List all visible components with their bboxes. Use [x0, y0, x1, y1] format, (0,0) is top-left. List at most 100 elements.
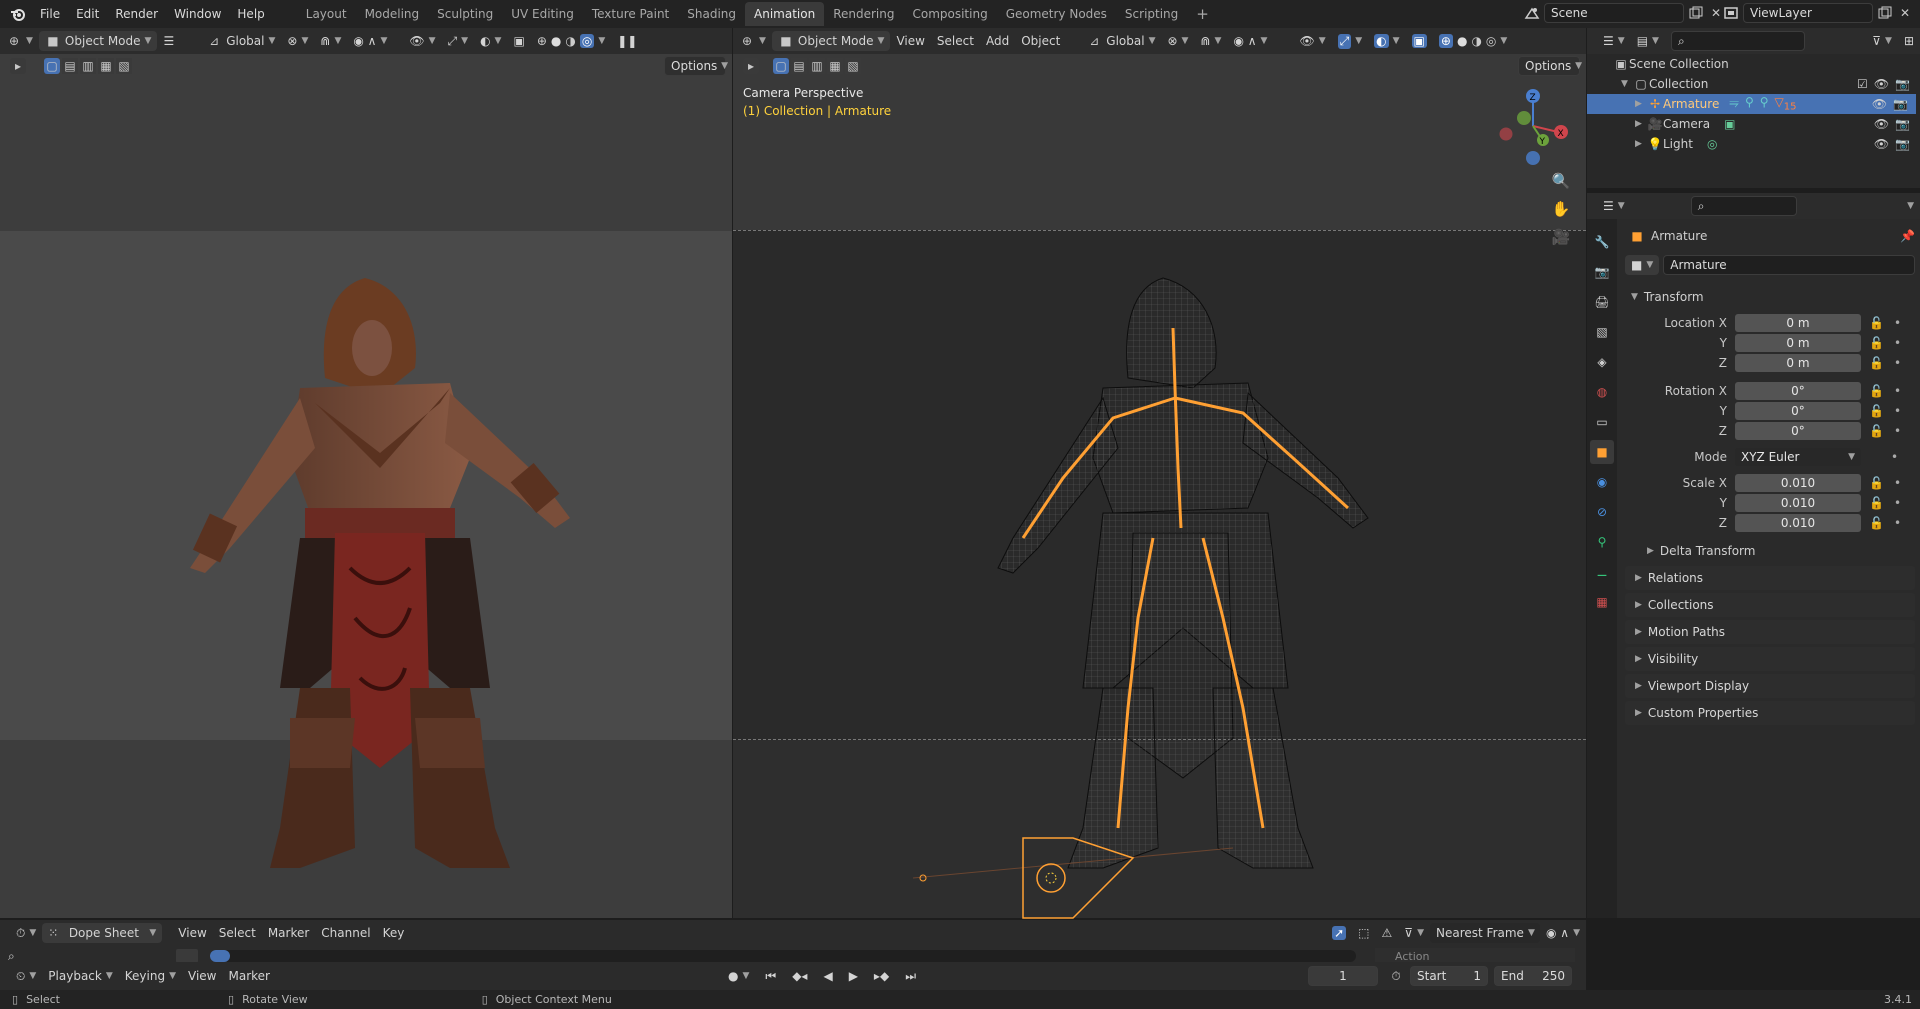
snap-icon[interactable]: ⋒ ▼ — [314, 31, 347, 51]
orientation-dropdown[interactable]: ⊿ Global ▼ — [200, 31, 281, 51]
keyframe-dot-icon[interactable]: • — [1894, 336, 1901, 350]
start-frame-field[interactable]: Start 1 — [1410, 966, 1488, 986]
use-preview-range-icon[interactable]: ⏱ — [1388, 968, 1404, 984]
select-intersect-icon[interactable]: ▧ — [845, 58, 861, 74]
camera-object[interactable] — [913, 828, 1233, 928]
menu-hamburger-icon[interactable]: ☰ — [157, 31, 180, 51]
select-new-icon[interactable]: ▢ — [773, 58, 789, 74]
scene-collection-row[interactable]: ▣ Scene Collection — [1587, 54, 1920, 74]
editor-type-button[interactable]: ⊕ ▼ — [733, 31, 772, 51]
zoom-icon[interactable]: 🔍 — [1552, 172, 1571, 190]
lock-icon[interactable]: 🔓 — [1869, 516, 1884, 530]
jump-end-icon[interactable]: ⏭ — [899, 966, 922, 986]
delta-transform-header[interactable]: ▶ Delta Transform — [1625, 539, 1915, 563]
tab-compositing[interactable]: Compositing — [903, 2, 996, 26]
select-tool-icon[interactable]: ▸ — [743, 58, 759, 74]
render-camera-icon[interactable]: 📷 — [1895, 117, 1910, 131]
filter-icon[interactable]: ⊽ ▼ — [1866, 31, 1898, 51]
properties-search-input[interactable]: ⌕ — [1690, 196, 1797, 216]
render-camera-icon[interactable]: 📷 — [1895, 77, 1910, 91]
tab-texture-paint[interactable]: Texture Paint — [583, 2, 678, 26]
menu-view[interactable]: View — [890, 31, 930, 51]
editor-type-button[interactable]: ⊕ ▼ — [0, 31, 39, 51]
scale-y-field[interactable]: 0.010 — [1735, 494, 1861, 512]
solid-shading-icon[interactable]: ● — [551, 34, 561, 48]
select-intersect-icon[interactable]: ▧ — [116, 58, 132, 74]
proportional-edit-icon[interactable]: ◉ ∧ ▼ — [1540, 923, 1586, 943]
duplicate-layer-icon[interactable] — [1877, 5, 1893, 21]
close-icon[interactable]: ✕ — [1897, 5, 1913, 21]
dope-sheet-mode-dropdown[interactable]: ⁙ Dope Sheet ▼ — [42, 923, 163, 943]
scene-tab-icon[interactable]: ◈ — [1590, 350, 1614, 374]
current-frame-indicator[interactable] — [210, 950, 230, 962]
rotation-z-field[interactable]: 0° — [1735, 422, 1861, 440]
collection-row[interactable]: ▼ ▢ Collection ☑ 👁 📷 — [1587, 74, 1920, 94]
mode-dropdown[interactable]: ■ Object Mode ▼ — [38, 31, 158, 51]
solid-shading-icon[interactable]: ● — [1457, 34, 1467, 48]
tab-geometry-nodes[interactable]: Geometry Nodes — [997, 2, 1116, 26]
pose-icon[interactable]: ⥭ — [1729, 95, 1739, 112]
rotation-mode-dropdown[interactable]: XYZ Euler ▼ — [1735, 448, 1861, 466]
armature-data-tab-icon[interactable]: ⚲ — [1590, 530, 1614, 554]
menu-object[interactable]: Object — [1015, 31, 1066, 51]
dope-menu-key[interactable]: Key — [377, 923, 411, 943]
select-invert-icon[interactable]: ▦ — [827, 58, 843, 74]
mesh-child-icon[interactable]: ⚲ — [1760, 95, 1769, 112]
close-icon[interactable]: ✕ — [1708, 5, 1724, 21]
world-tab-icon[interactable]: ◍ — [1590, 380, 1614, 404]
tab-uv-editing[interactable]: UV Editing — [502, 2, 583, 26]
new-collection-icon[interactable]: ⊞ — [1898, 31, 1920, 51]
select-invert-icon[interactable]: ▦ — [98, 58, 114, 74]
material-shading-icon[interactable]: ◑ — [1471, 34, 1481, 48]
scale-z-field[interactable]: 0.010 — [1735, 514, 1861, 532]
visibility-icon[interactable]: 👁 ▼ — [1293, 31, 1331, 51]
outliner-item-light[interactable]: ▶ 💡 Light ◎ 👁 📷 — [1587, 134, 1920, 154]
viewport-display-panel-header[interactable]: ▶ Viewport Display — [1625, 674, 1915, 698]
custom-properties-panel-header[interactable]: ▶ Custom Properties — [1625, 701, 1915, 725]
collection-tab-icon[interactable]: ▭ — [1590, 410, 1614, 434]
keyframe-dot-icon[interactable]: • — [1894, 356, 1901, 370]
menu-edit[interactable]: Edit — [68, 0, 107, 28]
location-z-field[interactable]: 0 m — [1735, 354, 1861, 372]
transform-panel-header[interactable]: ▼ Transform — [1625, 285, 1915, 309]
material-shading-icon[interactable]: ◑ — [565, 34, 575, 48]
pin-icon[interactable]: 📌 — [1900, 229, 1915, 243]
pivot-icon[interactable]: ⊗ ▼ — [281, 31, 314, 51]
select-subtract-icon[interactable]: ▥ — [809, 58, 825, 74]
proportional-edit-icon[interactable]: ◉ ∧ ▼ — [347, 31, 393, 51]
shading-modes[interactable]: ⊕ ● ◑ ◎ ▼ — [1433, 31, 1513, 51]
scene-selector[interactable]: Scene ✕ — [1524, 3, 1724, 23]
editor-type-button[interactable]: ⏲ ▼ — [10, 966, 42, 986]
visibility-icon[interactable]: 👁 ▼ — [403, 31, 441, 51]
menu-add[interactable]: Add — [980, 31, 1015, 51]
options-dropdown[interactable]: Options ▼ — [1518, 56, 1582, 76]
lock-icon[interactable]: 🔓 — [1869, 356, 1884, 370]
scale-x-field[interactable]: 0.010 — [1735, 474, 1861, 492]
camera-data-icon[interactable]: ▣ — [1724, 117, 1735, 131]
select-extend-icon[interactable]: ▤ — [791, 58, 807, 74]
duplicate-scene-icon[interactable] — [1688, 5, 1704, 21]
menu-help[interactable]: Help — [229, 0, 272, 28]
only-errors-icon[interactable]: ⚠ — [1376, 923, 1399, 943]
menu-timeline-view[interactable]: View — [182, 966, 222, 986]
keyframe-dot-icon[interactable]: • — [1894, 404, 1901, 418]
play-reverse-icon[interactable]: ◀ — [817, 966, 838, 986]
only-selected-icon[interactable]: ➚ — [1326, 923, 1352, 943]
dope-scrollbar[interactable] — [210, 950, 1356, 962]
current-frame-field[interactable]: 1 — [1308, 966, 1378, 986]
overlay-icon[interactable]: ◐ ▼ — [474, 31, 507, 51]
navigation-gizmo[interactable]: Z X Y — [1493, 86, 1573, 166]
menu-render[interactable]: Render — [107, 0, 166, 28]
rendered-shading-icon[interactable]: ◎ — [579, 34, 595, 48]
pan-hand-icon[interactable]: ✋ — [1552, 200, 1571, 218]
location-y-field[interactable]: 0 m — [1735, 334, 1861, 352]
tab-scripting[interactable]: Scripting — [1116, 2, 1187, 26]
prev-keyframe-icon[interactable]: ◆◂ — [786, 966, 813, 986]
lock-icon[interactable]: 🔓 — [1869, 496, 1884, 510]
keyframe-dot-icon[interactable]: • — [1894, 424, 1901, 438]
select-tool-icon[interactable]: ▸ — [10, 58, 26, 74]
tab-sculpting[interactable]: Sculpting — [428, 2, 502, 26]
xray-icon[interactable]: ▣ — [1406, 31, 1433, 51]
outliner-item-armature[interactable]: ▶ ✢ Armature ⥭ ⚲ ⚲ ▽15 👁 📷 — [1587, 94, 1916, 114]
tab-layout[interactable]: Layout — [297, 2, 356, 26]
